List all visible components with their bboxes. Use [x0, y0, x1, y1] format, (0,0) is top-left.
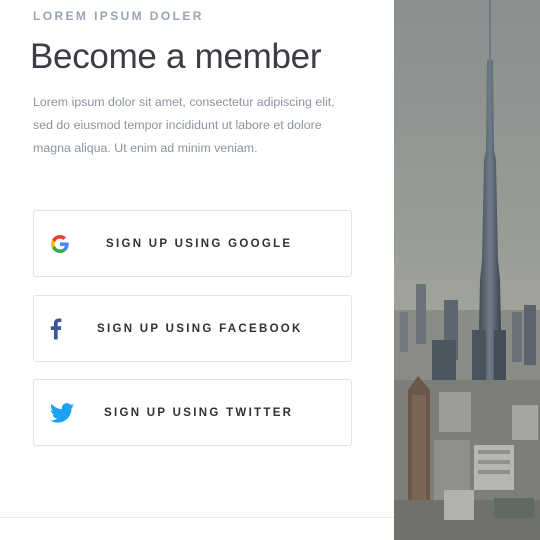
facebook-signup-button[interactable]: SIGN UP USING FACEBOOK — [33, 295, 352, 362]
signup-panel: LOREM IPSUM DOLER Become a member Lorem … — [0, 0, 394, 540]
eyebrow-label: LOREM IPSUM DOLER — [33, 9, 204, 23]
google-signup-button[interactable]: SIGN UP USING GOOGLE — [33, 210, 352, 277]
facebook-icon — [50, 318, 62, 339]
city-skyline-photo — [394, 0, 540, 540]
description-text: Lorem ipsum dolor sit amet, consectetur … — [33, 95, 335, 155]
google-signup-label: SIGN UP USING GOOGLE — [106, 237, 293, 250]
bottom-divider — [0, 517, 394, 518]
facebook-signup-label: SIGN UP USING FACEBOOK — [97, 322, 303, 335]
twitter-signup-label: SIGN UP USING TWITTER — [104, 406, 294, 419]
twitter-signup-button[interactable]: SIGN UP USING TWITTER — [33, 379, 352, 446]
google-icon — [51, 234, 69, 253]
page-title: Become a member — [30, 37, 322, 76]
twitter-icon — [50, 402, 74, 423]
